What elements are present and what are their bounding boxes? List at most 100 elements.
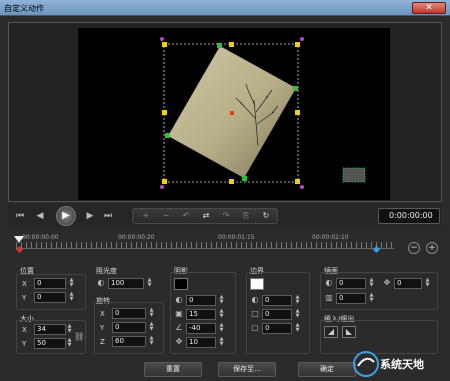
add-keyframe-icon[interactable]: +	[139, 210, 153, 222]
border-opacity-icon: ◐	[251, 295, 259, 304]
previous-frame-icon[interactable]: ◀	[34, 208, 46, 224]
watermark: 系统天地	[350, 348, 448, 378]
border-softness-icon: ▢	[251, 323, 259, 332]
mirror-fade-spinner[interactable]: ▲ ▼	[368, 293, 375, 304]
ruler-label-0: 00:00:00:00	[22, 234, 59, 241]
timecode-display[interactable]: 0:00:00:00	[378, 208, 440, 224]
shadow-blur-input[interactable]: 15	[186, 309, 216, 320]
shadow-distance-icon: ✥	[175, 337, 183, 346]
rotation-x-label: X	[100, 310, 105, 318]
reverse-keyframes-icon[interactable]: ⇄	[199, 210, 213, 222]
mirror-fade-input[interactable]: 0	[336, 293, 366, 304]
rotation-y-label: Y	[100, 324, 105, 332]
copy-keyframe-icon[interactable]: ⎘	[239, 210, 253, 222]
border-width-spinner[interactable]: ▲ ▼	[294, 309, 301, 320]
border-width-input[interactable]: 0	[262, 309, 292, 320]
shadow-angle-input[interactable]: -40	[186, 323, 216, 334]
rotation-x-input[interactable]: 0	[112, 308, 146, 319]
playhead[interactable]	[14, 236, 24, 243]
size-y-label: Y	[22, 340, 27, 348]
anchor-point[interactable]	[230, 111, 234, 115]
watermark-logo-icon	[353, 351, 379, 377]
mirror-opacity-icon: ◐	[325, 278, 333, 287]
border-opacity-spinner[interactable]: ▲ ▼	[294, 295, 301, 306]
opacity-input[interactable]: 100	[108, 278, 144, 289]
border-softness-spinner[interactable]: ▲ ▼	[294, 323, 301, 334]
zoom-out-icon: −	[410, 243, 418, 253]
mirror-opacity-input[interactable]: 0	[336, 278, 366, 289]
border-width-icon: □	[251, 309, 259, 318]
close-button[interactable]: ✕	[412, 2, 446, 14]
shadow-opacity-icon: ◐	[175, 295, 183, 304]
loop-icon[interactable]: ↻	[259, 210, 273, 222]
keyframe-toolbar: + − ↶ ⇄ ↷ ⎘ ↻	[132, 208, 278, 224]
ruler-label-1: 00:00:00:20	[118, 234, 155, 241]
position-y-spinner[interactable]: ▲ ▼	[68, 292, 75, 303]
position-x-label: X	[22, 280, 27, 288]
shadow-blur-icon: ▣	[175, 309, 183, 318]
go-to-end-icon[interactable]: ⏭	[102, 208, 114, 224]
mirror-opacity-spinner[interactable]: ▲ ▼	[368, 278, 375, 289]
shadow-angle-spinner[interactable]: ▲ ▼	[218, 323, 225, 334]
transport-bar: ⏮ ◀ ▶ ▶ ⏭ + − ↶ ⇄ ↷ ⎘ ↻ 0:00:00:00	[8, 204, 442, 228]
rotation-y-spinner[interactable]: ▲ ▼	[148, 322, 155, 333]
zoom-in-icon: +	[428, 243, 436, 253]
shadow-blur-spinner[interactable]: ▲ ▼	[218, 309, 225, 320]
border-color-swatch[interactable]	[250, 278, 264, 290]
zoom-out-button[interactable]: −	[408, 242, 420, 254]
save-to-button[interactable]: 保存至...	[218, 362, 276, 377]
border-softness-input[interactable]: 0	[262, 323, 292, 334]
remove-keyframe-icon[interactable]: −	[159, 210, 173, 222]
position-x-input[interactable]: 0	[34, 278, 66, 289]
position-y-input[interactable]: 0	[34, 292, 66, 303]
play-button[interactable]: ▶	[56, 206, 76, 226]
close-icon: ✕	[425, 3, 433, 13]
ruler-track	[16, 248, 394, 249]
ease-in-icon[interactable]: ◢	[324, 326, 338, 338]
rotation-z-label: Z	[100, 338, 105, 346]
mirror-offset-input[interactable]: 0	[394, 278, 422, 289]
rotation-z-spinner[interactable]: ▲ ▼	[148, 336, 155, 347]
zoom-in-button[interactable]: +	[426, 242, 438, 254]
shadow-distance-spinner[interactable]: ▲ ▼	[218, 337, 225, 348]
ease-out-icon[interactable]: ◣	[342, 326, 356, 338]
ruler-label-3: 00:00:02:10	[312, 234, 349, 241]
shadow-angle-icon: ∠	[175, 323, 183, 332]
opacity-spinner[interactable]: ▲ ▼	[146, 278, 153, 289]
ok-button[interactable]: 确定	[298, 362, 356, 377]
opacity-icon: ◐	[97, 278, 105, 287]
rotation-z-input[interactable]: 60	[112, 336, 146, 347]
title-bar: 自定义动作 ✕	[0, 0, 450, 16]
link-icon[interactable]: ⛓	[74, 332, 84, 342]
mirror-offset-icon: ✥	[383, 278, 391, 287]
shadow-color-swatch[interactable]	[174, 278, 188, 290]
timeline[interactable]: 00:00:00:00 00:00:00:20 00:00:01:15 00:0…	[8, 232, 442, 254]
size-y-spinner[interactable]: ▲ ▼	[66, 338, 73, 349]
position-y-label: Y	[22, 294, 27, 302]
preview-canvas[interactable]	[78, 28, 390, 200]
shadow-opacity-input[interactable]: 0	[186, 295, 216, 306]
rotation-x-spinner[interactable]: ▲ ▼	[148, 308, 155, 319]
reset-button[interactable]: 重置	[144, 362, 202, 377]
mirror-offset-spinner[interactable]: ▲ ▼	[424, 278, 431, 289]
mirror-fade-icon: ▥	[325, 293, 333, 302]
next-frame-icon[interactable]: ▶	[84, 208, 96, 224]
border-opacity-input[interactable]: 0	[262, 295, 292, 306]
window-title: 自定义动作	[4, 4, 44, 13]
mini-preview[interactable]	[342, 167, 366, 183]
timecode-value: 0:00:00:00	[389, 211, 433, 220]
size-x-input[interactable]: 34	[34, 324, 66, 335]
shadow-opacity-spinner[interactable]: ▲ ▼	[218, 295, 225, 306]
size-x-spinner[interactable]: ▲ ▼	[66, 324, 73, 335]
go-to-start-icon[interactable]: ⏮	[14, 208, 26, 224]
preview-graphic	[160, 37, 366, 189]
opacity-label: 阻光度	[96, 267, 117, 275]
ruler-label-2: 00:00:01:15	[218, 234, 255, 241]
next-keyframe-icon[interactable]: ↷	[219, 210, 233, 222]
size-x-label: X	[22, 326, 27, 334]
previous-keyframe-icon[interactable]: ↶	[179, 210, 193, 222]
size-y-input[interactable]: 50	[34, 338, 66, 349]
shadow-distance-input[interactable]: 10	[186, 337, 216, 348]
position-x-spinner[interactable]: ▲ ▼	[68, 278, 75, 289]
rotation-y-input[interactable]: 0	[112, 322, 146, 333]
